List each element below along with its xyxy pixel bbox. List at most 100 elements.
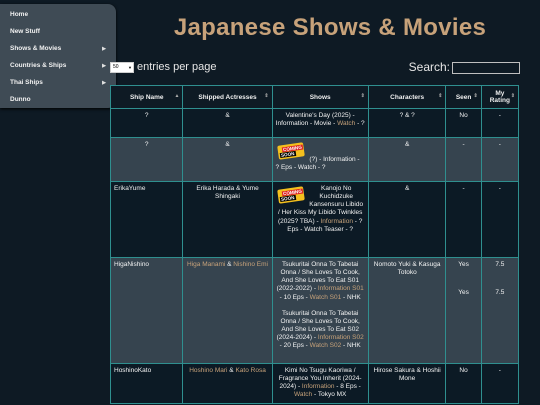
rating-cell: -: [480, 181, 520, 258]
rating-value: 7.5: [495, 261, 505, 268]
characters-cell: Hirose Sakura & Hoshii Mone: [367, 363, 447, 404]
table-row: HigaNishino Higa Manami & Nishino Emi Ts…: [109, 257, 520, 364]
side-nav: Home New Stuff Shows & Movies ▶ Countries…: [0, 4, 116, 108]
watch-link[interactable]: Watch S02: [310, 342, 342, 349]
rating-cell: -: [480, 363, 520, 404]
submenu-arrow-icon: ▶: [102, 80, 106, 86]
characters-cell: ? & ?: [367, 108, 447, 138]
header-label: Shipped Actresses: [198, 93, 257, 101]
header-label: Ship Name: [129, 93, 164, 101]
nav-item-label: Thai Ships: [10, 79, 43, 86]
nav-item-countries-ships[interactable]: Countries & Ships ▶: [10, 58, 110, 74]
shows-cell: Tsukuritai Onna To Tabetai Onna / She Lo…: [271, 257, 369, 364]
seen-value: Yes: [458, 289, 469, 297]
sort-icon: ⇕: [510, 93, 515, 99]
nav-item-new-stuff[interactable]: New Stuff: [10, 24, 110, 40]
chevron-down-icon: ▼: [128, 64, 132, 70]
actresses-cell: Erika Harada & Yume Shingaki: [182, 181, 273, 258]
information-link[interactable]: Information: [302, 383, 335, 390]
information-link[interactable]: Information: [320, 218, 353, 225]
ship-name-cell: ErikaYume: [109, 181, 184, 258]
actress-link[interactable]: Kato Rosa: [235, 367, 265, 374]
actresses-cell: &: [182, 137, 273, 182]
col-header-characters[interactable]: Characters ⇕: [367, 85, 447, 109]
page-title: Japanese Shows & Movies: [173, 14, 487, 41]
page-length-value: 50: [113, 63, 119, 70]
table-row: HoshinoKato Hoshino Mari & Kato Rosa Kim…: [109, 363, 520, 404]
nav-item-dunno[interactable]: Dunno: [10, 92, 110, 108]
sort-asc-icon: ▲: [174, 93, 180, 99]
header-label: Shows: [309, 93, 331, 101]
characters-cell: Nomoto Yuki & Kasuga Totoko: [367, 257, 447, 364]
seen-value: Yes: [458, 261, 469, 268]
search-input[interactable]: [452, 61, 520, 74]
show-entry: Tsukuritai Onna To Tabetai Onna / She Lo…: [276, 261, 365, 302]
nav-item-label: Home: [10, 11, 29, 18]
nav-item-shows-movies[interactable]: Shows & Movies ▶: [10, 41, 110, 57]
seen-cell: No: [445, 363, 482, 404]
show-text: - ?: [355, 120, 365, 128]
shows-cell: Kimi No Tsugu Kaoriwa / Fragrance You In…: [271, 363, 369, 404]
information-link[interactable]: Information S01: [318, 285, 364, 292]
show-text: - 10 Eps -: [279, 293, 310, 301]
ships-table: Ship Name ▲ Shipped Actresses ⇕ Shows ⇕ Cha…: [109, 85, 520, 404]
col-header-ship-name[interactable]: Ship Name ▲: [109, 85, 184, 109]
col-header-rating[interactable]: My Rating ⇕: [480, 85, 520, 109]
rating-cell: -: [480, 108, 520, 138]
seen-cell: -: [445, 181, 482, 258]
show-text: - NHK: [341, 342, 361, 350]
submenu-arrow-icon: ▶: [102, 46, 106, 52]
watch-link[interactable]: Watch: [294, 391, 312, 398]
nav-item-thai-ships[interactable]: Thai Ships ▶: [10, 75, 110, 91]
shows-cell: COMING SOON (?) - Information - ? Eps - W…: [271, 137, 369, 182]
characters-cell: &: [367, 137, 447, 182]
actresses-cell: &: [182, 108, 273, 138]
sort-icon: ⇕: [473, 93, 478, 99]
show-text: - 20 Eps -: [279, 342, 310, 350]
sort-icon: ⇕: [264, 93, 269, 99]
nav-item-label: Shows & Movies: [10, 45, 62, 52]
col-header-seen[interactable]: Seen ⇕: [445, 85, 482, 109]
rating-cell: 7.5 7.5: [480, 257, 520, 364]
watch-link[interactable]: Watch: [337, 120, 355, 127]
show-text: - NHK: [341, 293, 361, 301]
watch-link[interactable]: Watch S01: [310, 294, 342, 301]
seen-cell: Yes Yes: [445, 257, 482, 364]
coming-soon-badge-icon: COMING SOON: [276, 141, 308, 161]
actresses-cell: Hoshino Mari & Kato Rosa: [182, 363, 273, 404]
rating-value: 7.5: [495, 289, 505, 297]
show-text: - 8 Eps -: [334, 383, 361, 391]
table-row: ? & COMING SOON (?) - Information - ? Eps…: [109, 137, 520, 182]
header-label: My Rating: [489, 90, 510, 104]
actress-link[interactable]: Hoshino Mari: [189, 367, 227, 374]
ship-name-cell: HoshinoKato: [109, 363, 184, 404]
rating-cell: -: [480, 137, 520, 182]
table-row: ErikaYume Erika Harada & Yume Shingaki C…: [109, 181, 520, 258]
actresses-cell: Higa Manami & Nishino Emi: [182, 257, 273, 364]
search-label: Search:: [408, 60, 450, 74]
ship-name-cell: ?: [109, 137, 184, 182]
search-control: Search:: [409, 60, 520, 74]
col-header-shows[interactable]: Shows ⇕: [271, 85, 369, 109]
nav-item-label: Dunno: [10, 96, 31, 103]
sort-icon: ⇕: [438, 93, 443, 99]
ship-name-cell: ?: [109, 108, 184, 138]
actress-link[interactable]: Nishino Emi: [233, 261, 268, 268]
page-length-select[interactable]: 50 ▼: [110, 61, 134, 73]
nav-item-label: New Stuff: [10, 28, 40, 35]
coming-soon-badge-icon: COMING SOON: [276, 185, 308, 205]
page-length-control: 50 ▼ entries per page: [110, 61, 217, 73]
seen-cell: -: [445, 137, 482, 182]
shows-cell: COMING SOON Kanojo No Kuchidzuke Kansensu…: [271, 181, 369, 258]
show-entry: Tsukuritai Onna To Tabetai Onna / She Lo…: [276, 310, 365, 351]
nav-item-home[interactable]: Home: [10, 7, 110, 23]
information-link[interactable]: Information S02: [318, 334, 364, 341]
submenu-arrow-icon: ▶: [102, 63, 106, 69]
actress-link[interactable]: Higa Manami: [187, 261, 225, 268]
seen-cell: No: [445, 108, 482, 138]
table-row: ? & Valentine's Day (2025) - Information…: [109, 108, 520, 138]
page-length-label: entries per page: [137, 61, 217, 73]
col-header-actresses[interactable]: Shipped Actresses ⇕: [182, 85, 273, 109]
nav-item-label: Countries & Ships: [10, 62, 67, 69]
ship-name-cell: HigaNishino: [109, 257, 184, 364]
